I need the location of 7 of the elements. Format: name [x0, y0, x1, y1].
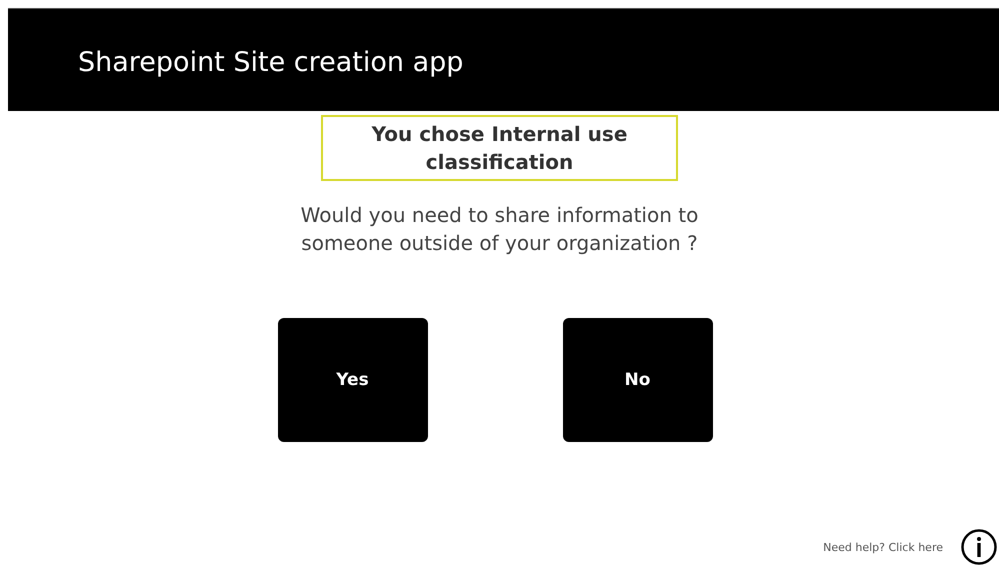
no-button[interactable]: No — [562, 318, 712, 442]
info-icon[interactable] — [961, 528, 997, 566]
yes-button[interactable]: Yes — [278, 318, 428, 442]
classification-banner: You chose Internal use classification — [321, 115, 678, 181]
help-link[interactable]: Need help? Click here — [823, 540, 943, 554]
question-text: Would you need to share information to someone outside of your organization ? — [300, 202, 700, 257]
app-title: Sharepoint Site creation app — [78, 47, 464, 78]
